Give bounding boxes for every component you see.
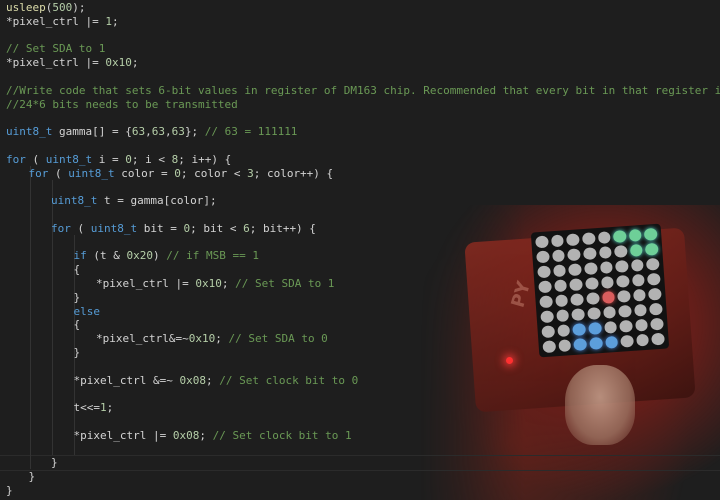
code-line[interactable]: else xyxy=(74,305,101,319)
code-line[interactable]: } xyxy=(51,456,58,470)
code-line[interactable]: for ( uint8_t bit = 0; bit < 6; bit++) { xyxy=(51,222,316,236)
code-line[interactable]: *pixel_ctrl |= 0x08; // Set clock bit to… xyxy=(74,429,352,443)
code-line[interactable]: for ( uint8_t color = 0; color < 3; colo… xyxy=(29,167,334,181)
code-line[interactable]: for ( uint8_t i = 0; i < 8; i++) { xyxy=(6,153,231,167)
code-line[interactable]: *pixel_ctrl &=~ 0x08; // Set clock bit t… xyxy=(74,374,359,388)
code-line[interactable]: t<<=1; xyxy=(74,401,114,415)
code-line[interactable]: //Write code that sets 6-bit values in r… xyxy=(6,84,720,98)
code-line[interactable]: } xyxy=(29,470,36,484)
code-editor[interactable]: PY usleep(500); *pixel_ctrl |= 1;// Set S… xyxy=(0,0,720,500)
code-line[interactable]: } xyxy=(74,291,81,305)
code-line[interactable]: uint8_t t = gamma[color]; xyxy=(51,194,217,208)
code-line[interactable]: } xyxy=(74,346,81,360)
code-line[interactable]: *pixel_ctrl&=~0x10; // Set SDA to 0 xyxy=(96,332,328,346)
code-line[interactable]: *pixel_ctrl |= 1; xyxy=(6,15,119,29)
code-line[interactable]: if (t & 0x20) // if MSB == 1 xyxy=(74,249,259,263)
code-line[interactable]: { xyxy=(74,318,81,332)
code-line[interactable]: } xyxy=(6,484,13,498)
code-line[interactable]: usleep(500); xyxy=(6,1,86,15)
code-line[interactable]: *pixel_ctrl |= 0x10; xyxy=(6,56,138,70)
code-line[interactable]: // Set SDA to 1 xyxy=(6,42,105,56)
code-line[interactable]: //24*6 bits needs to be transmitted xyxy=(6,98,238,112)
code-line[interactable]: uint8_t gamma[] = {63,63,63}; // 63 = 11… xyxy=(6,125,297,139)
code-line[interactable]: *pixel_ctrl |= 0x10; // Set SDA to 1 xyxy=(96,277,334,291)
code-area[interactable]: usleep(500); *pixel_ctrl |= 1; // Set SDA … xyxy=(0,0,720,500)
code-line[interactable]: { xyxy=(74,263,81,277)
